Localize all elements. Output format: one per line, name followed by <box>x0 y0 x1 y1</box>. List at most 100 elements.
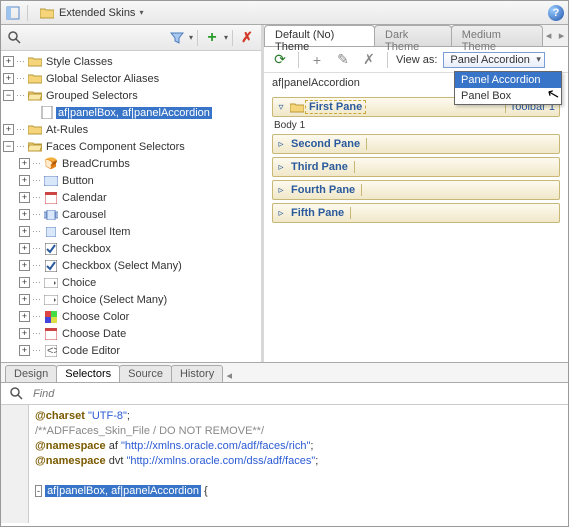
separator <box>387 52 388 68</box>
bottom-tabs: Design Selectors Source History ◂ <box>1 363 568 383</box>
delete-icon[interactable]: ✗ <box>359 50 379 70</box>
disclosure-closed-icon[interactable]: ▹ <box>273 162 289 173</box>
pane-header[interactable]: ▹Third Pane <box>272 157 560 177</box>
folder-icon <box>289 100 305 114</box>
tree-node[interactable]: +⋯Checkbox (Select Many) <box>1 257 261 274</box>
tree-node[interactable]: +⋯At-Rules <box>1 121 261 138</box>
folder-open-icon <box>27 89 43 103</box>
chevron-down-icon: ▾ <box>139 8 143 17</box>
add-icon[interactable]: + <box>307 50 327 70</box>
pane-header[interactable]: ▹Fourth Pane <box>272 180 560 200</box>
selected-item: af|panelBox, af|panelAccordion <box>56 107 212 119</box>
tree-node[interactable]: +⋯Style Classes <box>1 53 261 70</box>
source-editor[interactable]: @charset "UTF-8"; /**ADFFaces_Skin_File … <box>1 405 568 523</box>
color-icon <box>43 310 59 324</box>
expand-icon[interactable]: + <box>19 277 30 288</box>
selectors-panel: ▾ +▾ ✗ +⋯Style Classes +⋯Global Selector… <box>1 25 264 362</box>
find-bar <box>1 383 568 405</box>
disclosure-closed-icon[interactable]: ▹ <box>273 139 289 150</box>
carousel-icon <box>43 208 59 222</box>
add-icon[interactable]: + <box>202 28 222 48</box>
choice-icon <box>43 276 59 290</box>
carousel-item-icon <box>43 225 59 239</box>
tab-design[interactable]: Design <box>5 365 57 382</box>
tree-node[interactable]: +⋯Global Selector Aliases <box>1 70 261 87</box>
tab-medium-theme[interactable]: Medium Theme <box>451 25 543 46</box>
checkbox-icon <box>43 242 59 256</box>
expand-icon[interactable]: + <box>3 56 14 67</box>
tab-scroll-right-icon[interactable]: ▸ <box>555 25 568 46</box>
left-toolbar: ▾ +▾ ✗ <box>1 25 261 51</box>
accordion-preview: ▿First PaneToolbar 1 Body 1 ▹Second Pane… <box>264 93 568 227</box>
tree-leaf[interactable]: af|panelBox, af|panelAccordion <box>1 104 261 121</box>
expand-icon[interactable]: + <box>19 243 30 254</box>
expand-icon[interactable]: + <box>19 260 30 271</box>
tree-node[interactable]: +⋯Button <box>1 172 261 189</box>
svg-text:<>: <> <box>47 345 57 357</box>
tab-scroll-icon[interactable]: ◂ <box>222 369 236 382</box>
pane-header[interactable]: ▹Second Pane <box>272 134 560 154</box>
tree-node[interactable]: +⋯Choice <box>1 274 261 291</box>
code-area[interactable]: @charset "UTF-8"; /**ADFFaces_Skin_File … <box>29 405 568 523</box>
tree-node[interactable]: +⋯Carousel Item <box>1 223 261 240</box>
pane-body-label: Body 1 <box>272 120 560 131</box>
separator <box>197 30 198 46</box>
pane-header[interactable]: ▹Fifth Pane <box>272 203 560 223</box>
tab-selectors[interactable]: Selectors <box>56 365 120 382</box>
search-icon[interactable] <box>7 384 27 404</box>
expand-icon[interactable]: + <box>19 158 30 169</box>
tab-history[interactable]: History <box>171 365 223 382</box>
tree-node[interactable]: −⋯Grouped Selectors <box>1 87 261 104</box>
preview-panel: Default (No) Theme Dark Theme Medium The… <box>264 25 568 362</box>
chevron-down-icon[interactable]: ▾ <box>224 33 228 42</box>
tree-node[interactable]: +⋯Choose Color <box>1 308 261 325</box>
expand-icon[interactable]: + <box>19 192 30 203</box>
folder-icon <box>39 5 55 21</box>
help-icon[interactable]: ? <box>548 5 564 21</box>
dropdown-option[interactable]: Panel Accordion <box>455 72 561 88</box>
tab-source[interactable]: Source <box>119 365 172 382</box>
tree-node[interactable]: +⋯Checkbox <box>1 240 261 257</box>
code-line-selected: - af|panelBox, af|panelAccordion { <box>35 484 562 499</box>
expand-icon[interactable]: + <box>19 345 30 356</box>
expand-icon[interactable]: + <box>3 124 14 135</box>
filter-icon[interactable] <box>167 28 187 48</box>
tree-node[interactable]: +⋯Choose Date <box>1 325 261 342</box>
tab-scroll-left-icon[interactable]: ◂ <box>542 25 555 46</box>
disclosure-closed-icon[interactable]: ▹ <box>273 185 289 196</box>
folder-open-icon <box>27 140 43 154</box>
chevron-down-icon[interactable]: ▾ <box>189 33 193 42</box>
expand-icon[interactable]: + <box>19 294 30 305</box>
tab-default-theme[interactable]: Default (No) Theme <box>264 25 375 46</box>
panel-toggle-icon[interactable] <box>5 5 21 21</box>
expand-icon[interactable]: + <box>19 311 30 322</box>
search-icon[interactable] <box>5 28 25 48</box>
checkbox-many-icon <box>43 259 59 273</box>
disclosure-open-icon[interactable]: ▿ <box>273 102 289 113</box>
project-dropdown[interactable]: Extended Skins ▾ <box>34 3 148 23</box>
tree-node[interactable]: +⋯🍞BreadCrumbs <box>1 155 261 172</box>
tree-node[interactable]: +⋯Choice (Select Many) <box>1 291 261 308</box>
tree-node[interactable]: +⋯<>Code Editor <box>1 342 261 359</box>
folder-icon <box>27 123 43 137</box>
file-icon <box>39 106 55 120</box>
expand-icon[interactable]: + <box>3 73 14 84</box>
view-as-combo[interactable]: Panel Accordion <box>443 52 545 68</box>
disclosure-closed-icon[interactable]: ▹ <box>273 208 289 219</box>
tab-dark-theme[interactable]: Dark Theme <box>374 25 452 46</box>
expand-icon[interactable]: + <box>19 175 30 186</box>
find-input[interactable] <box>33 388 562 400</box>
tree-node[interactable]: +⋯Carousel <box>1 206 261 223</box>
expand-icon[interactable]: + <box>19 328 30 339</box>
expand-icon[interactable]: + <box>19 209 30 220</box>
code-icon: <> <box>43 344 59 358</box>
collapse-icon[interactable]: − <box>3 90 14 101</box>
selector-tree[interactable]: +⋯Style Classes +⋯Global Selector Aliase… <box>1 51 261 362</box>
expand-icon[interactable]: + <box>19 226 30 237</box>
date-icon <box>43 327 59 341</box>
edit-icon[interactable]: ✎ <box>333 50 353 70</box>
tree-node[interactable]: +⋯Calendar <box>1 189 261 206</box>
delete-icon[interactable]: ✗ <box>237 28 257 48</box>
collapse-icon[interactable]: − <box>3 141 14 152</box>
tree-node[interactable]: −⋯Faces Component Selectors <box>1 138 261 155</box>
